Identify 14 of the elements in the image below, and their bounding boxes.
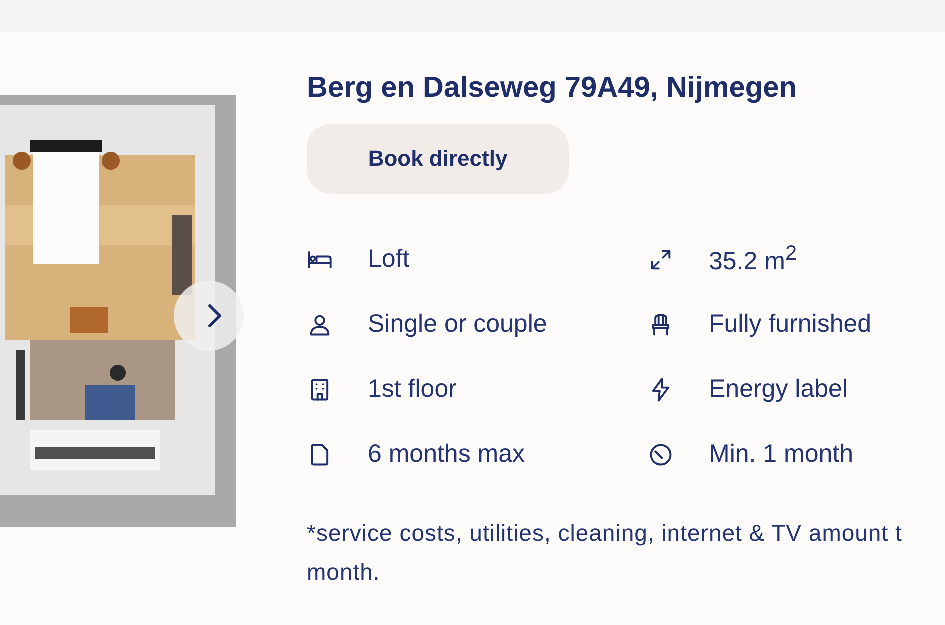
feature-label: Single or couple bbox=[368, 310, 548, 339]
chevron-right-icon bbox=[208, 304, 222, 328]
footnote-text: month. bbox=[307, 559, 382, 586]
feature-label: Energy label bbox=[709, 375, 848, 404]
listing-title: Berg en Dalseweg 79A49, Nijmegen bbox=[307, 71, 798, 106]
book-directly-button[interactable]: Book directly bbox=[307, 124, 569, 194]
feature-label: 6 months max bbox=[368, 440, 526, 469]
footnote-text: *service costs, utilities, cleaning, internet & TV amount t bbox=[307, 520, 904, 547]
feature-label: 35.2 m$^{2}$ bbox=[709, 242, 798, 277]
feature-label: 1st floor bbox=[368, 375, 457, 404]
gauge-icon bbox=[648, 442, 674, 468]
feature-label: Min. 1 month bbox=[709, 440, 854, 469]
feature-label: Fully furnished bbox=[709, 310, 872, 339]
feature-label: Loft bbox=[368, 245, 410, 274]
